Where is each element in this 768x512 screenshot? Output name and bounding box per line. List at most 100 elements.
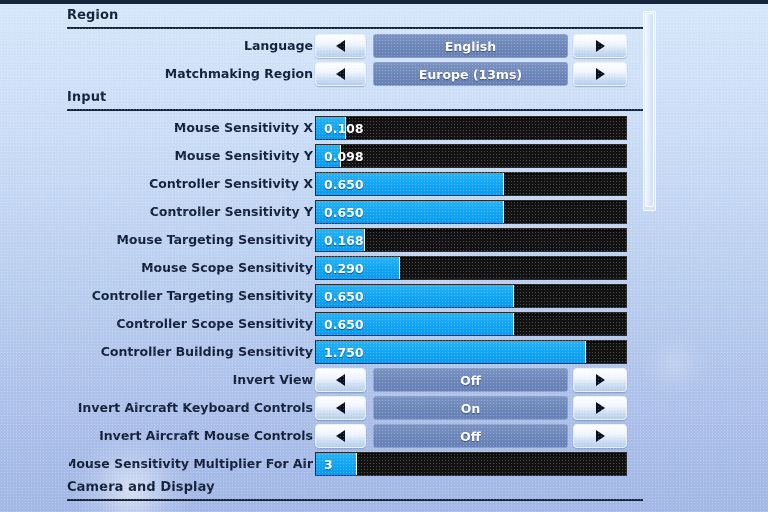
- chevron-left-icon: [336, 430, 345, 442]
- row-label: Mouse Sensitivity Y: [174, 148, 313, 163]
- section-header-camera-and-display: Camera and Display: [67, 478, 643, 504]
- section-title: Region: [67, 8, 119, 23]
- chevron-right-icon: [595, 374, 605, 386]
- settings-row-invert-aircraft-keyboard-controls: Invert Aircraft Keyboard Controls On: [67, 394, 643, 422]
- section-divider: [67, 27, 643, 29]
- row-label: Controller Sensitivity X: [149, 176, 313, 191]
- section-header-region: Region: [67, 6, 643, 32]
- row-label: Language: [243, 38, 313, 53]
- stepper-value[interactable]: Off: [373, 368, 568, 392]
- next-option-button[interactable]: [573, 424, 627, 448]
- section-title: Input: [67, 90, 107, 105]
- row-label: Mouse Targeting Sensitivity: [116, 232, 313, 247]
- slider-value: 3: [324, 457, 333, 472]
- slider-controller-targeting-sensitivity[interactable]: 0.650: [315, 284, 627, 308]
- next-option-button[interactable]: [573, 368, 627, 392]
- slider-mouse-sensitivity-multiplier-for-air[interactable]: 3: [315, 452, 627, 476]
- background-sparkle: [640, 330, 710, 400]
- slider-value: 0.650: [324, 177, 364, 192]
- next-option-button[interactable]: [573, 396, 627, 420]
- slider-value: 0.650: [324, 205, 364, 220]
- row-control: 0.650: [315, 284, 627, 308]
- row-control: 3: [315, 452, 627, 476]
- next-option-button[interactable]: [573, 62, 627, 86]
- row-control: English: [315, 34, 627, 58]
- row-label: Mouse Scope Sensitivity: [141, 260, 313, 275]
- row-control: 1.750: [315, 340, 627, 364]
- row-control: 0.650: [315, 172, 627, 196]
- stepper-value[interactable]: Europe (13ms): [373, 62, 568, 86]
- settings-row-controller-sensitivity-y: Controller Sensitivity Y 0.650: [67, 198, 643, 226]
- row-control: 0.290: [315, 256, 627, 280]
- stepper-value[interactable]: On: [373, 396, 568, 420]
- slider-controller-sensitivity-y[interactable]: 0.650: [315, 200, 627, 224]
- settings-row-language: Language English: [67, 32, 643, 60]
- chevron-left-icon: [336, 402, 345, 414]
- slider-value: 0.650: [324, 317, 364, 332]
- row-label: Invert Aircraft Mouse Controls: [99, 428, 313, 443]
- row-label: Invert Aircraft Keyboard Controls: [77, 400, 313, 415]
- settings-row-matchmaking-region: Matchmaking Region Europe (13ms): [67, 60, 643, 88]
- slider-value: 0.650: [324, 289, 364, 304]
- previous-option-button[interactable]: [315, 368, 366, 392]
- chevron-left-icon: [336, 374, 345, 386]
- row-control: 0.650: [315, 200, 627, 224]
- settings-row-controller-building-sensitivity: Controller Building Sensitivity 1.750: [67, 338, 643, 366]
- stepper-value[interactable]: English: [373, 34, 568, 58]
- previous-option-button[interactable]: [315, 62, 366, 86]
- section-title: Camera and Display: [67, 480, 215, 495]
- settings-panel: Region Language English Matchmaking Region E…: [67, 6, 643, 504]
- chevron-left-icon: [336, 40, 345, 52]
- row-control: 0.108: [315, 116, 627, 140]
- slider-mouse-sensitivity-y[interactable]: 0.098: [315, 144, 627, 168]
- slider-controller-sensitivity-x[interactable]: 0.650: [315, 172, 627, 196]
- chevron-right-icon: [595, 430, 605, 442]
- slider-mouse-sensitivity-x[interactable]: 0.108: [315, 116, 627, 140]
- settings-row-mouse-targeting-sensitivity: Mouse Targeting Sensitivity 0.168: [67, 226, 643, 254]
- previous-option-button[interactable]: [315, 34, 366, 58]
- row-label: Controller Building Sensitivity: [100, 344, 313, 359]
- slider-value: 1.750: [324, 345, 364, 360]
- slider-controller-scope-sensitivity[interactable]: 0.650: [315, 312, 627, 336]
- vertical-scrollbar-thumb[interactable]: [645, 13, 654, 207]
- settings-row-mouse-sensitivity-x: Mouse Sensitivity X 0.108: [67, 114, 643, 142]
- row-control: Off: [315, 368, 627, 392]
- vertical-scrollbar-track[interactable]: [643, 11, 656, 211]
- section-divider: [67, 499, 643, 501]
- slider-value: 0.108: [324, 121, 364, 136]
- settings-row-invert-aircraft-mouse-controls: Invert Aircraft Mouse Controls Off: [67, 422, 643, 450]
- previous-option-button[interactable]: [315, 424, 366, 448]
- slider-fill: [316, 453, 357, 475]
- settings-row-controller-sensitivity-x: Controller Sensitivity X 0.650: [67, 170, 643, 198]
- row-label: Mouse Sensitivity Multiplier For Air: [69, 456, 313, 471]
- next-option-button[interactable]: [573, 34, 627, 58]
- row-control: 0.650: [315, 312, 627, 336]
- slider-controller-building-sensitivity[interactable]: 1.750: [315, 340, 627, 364]
- chevron-right-icon: [595, 402, 605, 414]
- settings-row-mouse-scope-sensitivity: Mouse Scope Sensitivity 0.290: [67, 254, 643, 282]
- settings-row-invert-view: Invert View Off: [67, 366, 643, 394]
- slider-mouse-scope-sensitivity[interactable]: 0.290: [315, 256, 627, 280]
- row-label: Controller Targeting Sensitivity: [91, 288, 313, 303]
- row-label: Matchmaking Region: [164, 66, 313, 81]
- previous-option-button[interactable]: [315, 396, 366, 420]
- row-label: Invert View: [232, 372, 313, 387]
- section-header-input: Input: [67, 88, 643, 114]
- window-top-band: [0, 0, 768, 4]
- slider-value: 0.168: [324, 233, 364, 248]
- slider-value: 0.290: [324, 261, 364, 276]
- row-control: 0.098: [315, 144, 627, 168]
- slider-mouse-targeting-sensitivity[interactable]: 0.168: [315, 228, 627, 252]
- chevron-right-icon: [595, 40, 605, 52]
- stepper-value[interactable]: Off: [373, 424, 568, 448]
- row-label: Controller Scope Sensitivity: [116, 316, 313, 331]
- settings-row-mouse-sensitivity-y: Mouse Sensitivity Y 0.098: [67, 142, 643, 170]
- row-control: Off: [315, 424, 627, 448]
- settings-row-controller-scope-sensitivity: Controller Scope Sensitivity 0.650: [67, 310, 643, 338]
- settings-screen: Region Language English Matchmaking Region E…: [0, 0, 768, 512]
- chevron-right-icon: [595, 68, 605, 80]
- settings-row-mouse-sensitivity-multiplier-for-air: Mouse Sensitivity Multiplier For Air 3: [67, 450, 643, 478]
- row-control: Europe (13ms): [315, 62, 627, 86]
- slider-value: 0.098: [324, 149, 364, 164]
- row-label: Mouse Sensitivity X: [173, 120, 313, 135]
